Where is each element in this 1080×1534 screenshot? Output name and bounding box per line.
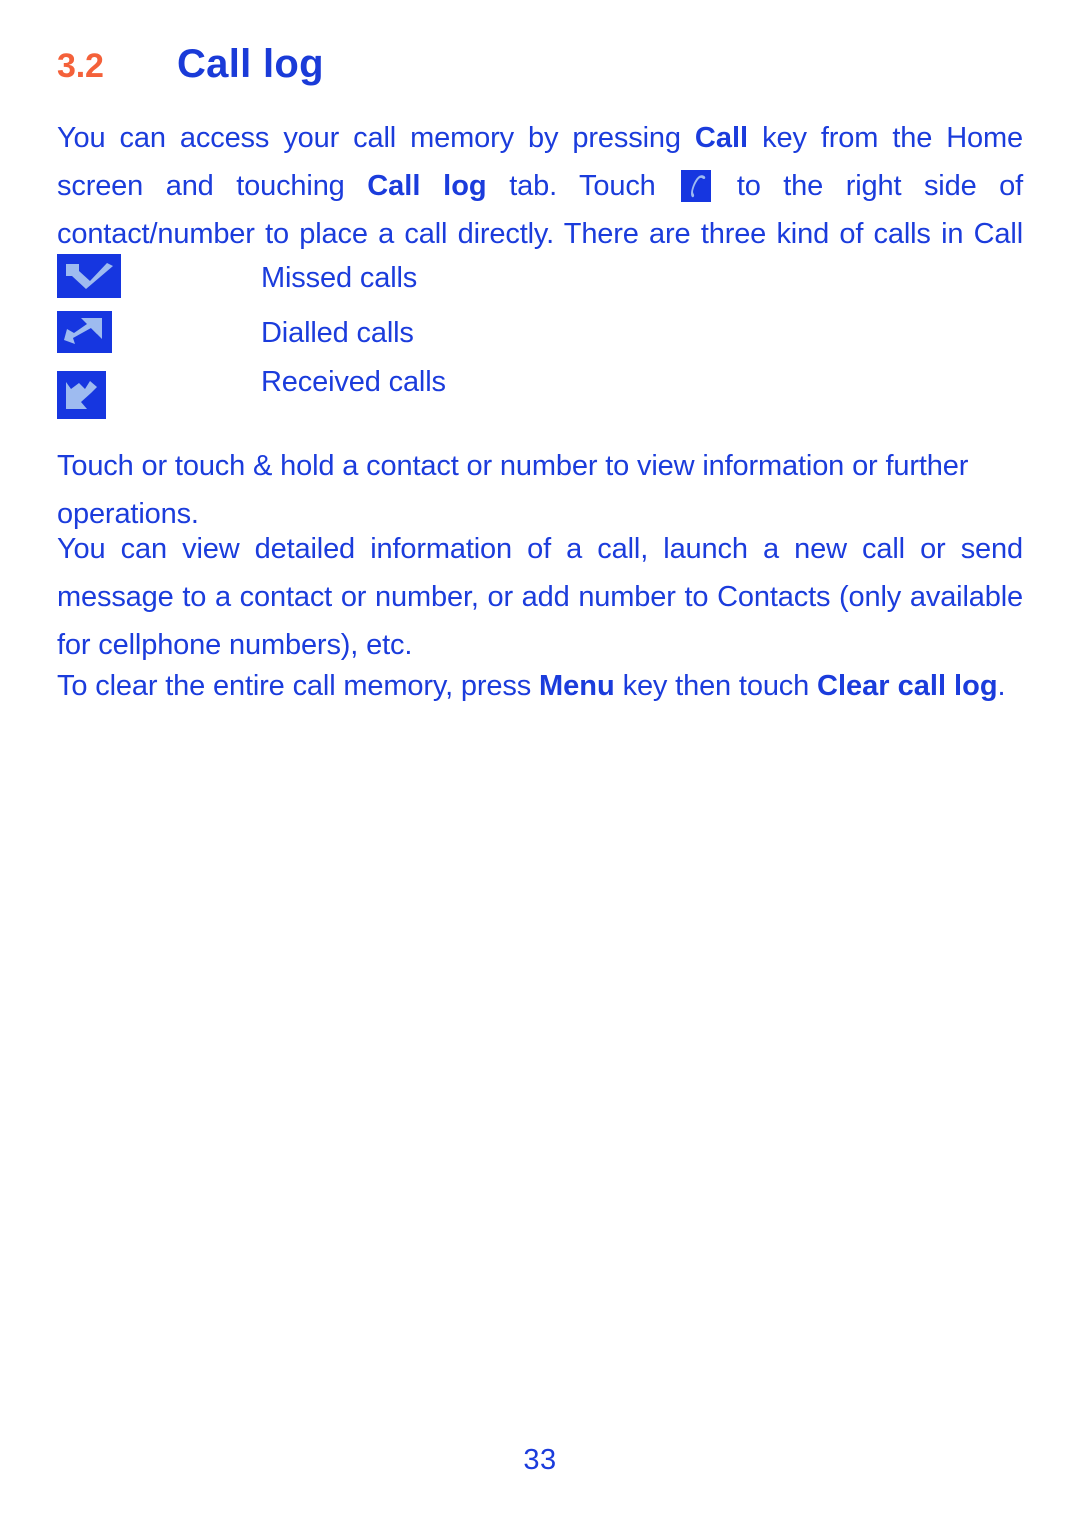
heading-section-number: 3.2 xyxy=(57,47,104,85)
dialled-call-icon xyxy=(57,311,112,353)
paragraph-view-details: You can view detailed information of a c… xyxy=(57,533,1023,661)
phone-handset-icon xyxy=(681,170,712,202)
paragraph-clear-log: To clear the entire call memory, press M… xyxy=(57,662,1023,710)
missed-call-icon xyxy=(57,254,121,298)
intro-text-part1: You can access your call memory by press… xyxy=(57,122,695,154)
intro-text-part3: tab. Touch xyxy=(486,170,679,202)
intro-bold-call-log: Call log xyxy=(367,170,487,202)
manual-page: 3.2 Call log You can access your call me… xyxy=(0,0,1080,1534)
call-type-label-dialled: Dialled calls xyxy=(261,317,414,349)
clear-text-part1: To clear the entire call memory, press xyxy=(57,670,539,702)
clear-text-part2: key then touch xyxy=(614,670,818,702)
page-heading: 3.2 Call log xyxy=(57,42,1023,87)
clear-text-part3: . xyxy=(997,670,1006,702)
page-number: 33 xyxy=(523,1444,557,1476)
received-call-icon xyxy=(57,371,106,419)
clear-bold-clear-call-log: Clear call log xyxy=(817,670,998,702)
call-type-label-missed: Missed calls xyxy=(261,262,418,294)
paragraph-touch-hold: Touch or touch & hold a contact or numbe… xyxy=(57,450,969,530)
clear-bold-menu: Menu xyxy=(538,670,615,702)
heading-section-title: Call log xyxy=(177,42,324,86)
intro-bold-call: Call xyxy=(694,122,749,154)
call-type-label-received: Received calls xyxy=(261,366,446,398)
paragraph-intro: You can access your call memory by press… xyxy=(57,114,1023,306)
